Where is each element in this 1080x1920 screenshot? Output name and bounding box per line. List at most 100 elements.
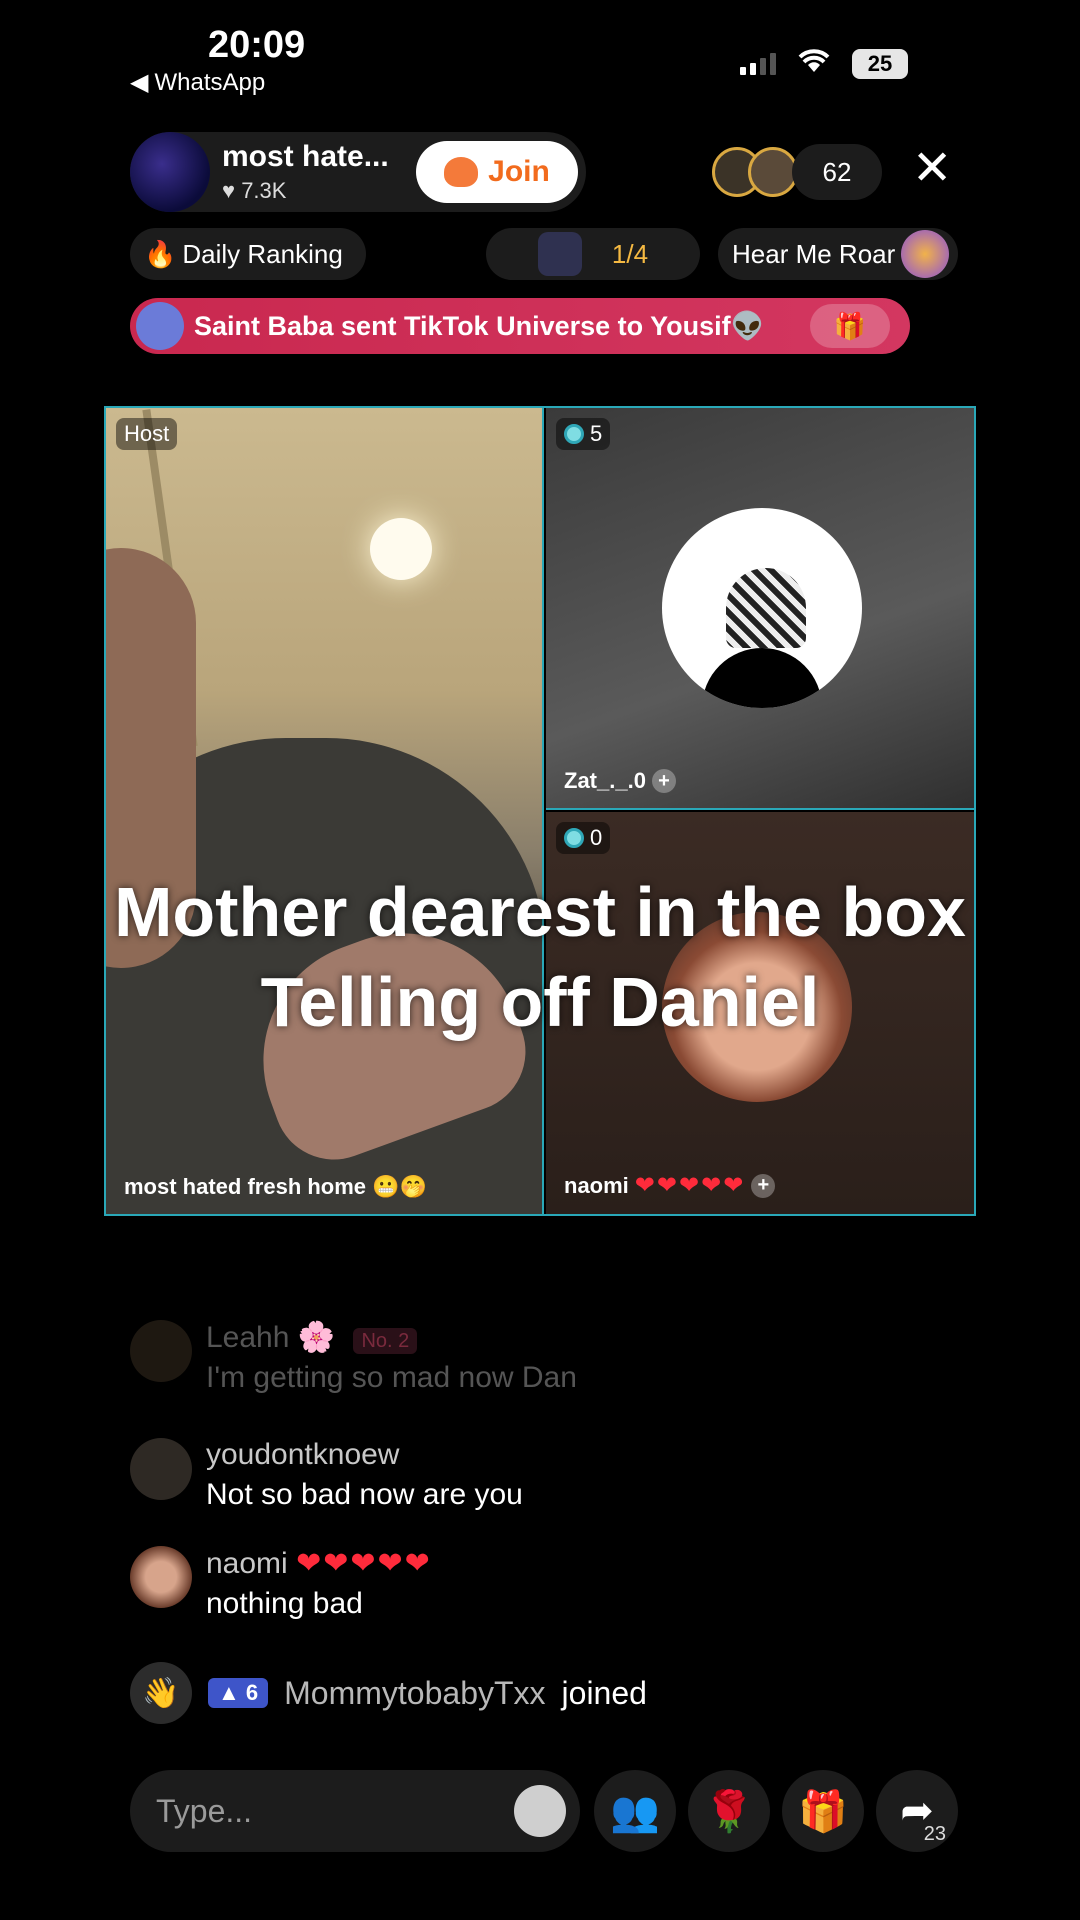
gift-icon: 🎁 [798, 1789, 848, 1834]
gem-icon [564, 424, 584, 444]
flower-icon: 🌸 [297, 1321, 336, 1354]
gift-sender-avatar [136, 302, 184, 350]
back-to-app[interactable]: ◀ WhatsApp [130, 68, 265, 97]
wave-icon: 👋 [130, 1662, 192, 1724]
plus-icon[interactable]: + [751, 1173, 776, 1198]
viewer-count[interactable]: 62 [792, 144, 882, 200]
rank-icon [537, 232, 582, 276]
host-badge: Host [116, 418, 178, 450]
video-grid: Host most hated fresh home 😬🤭 5 Zat_._.0… [104, 406, 976, 1216]
zat-gem-count: 5 [590, 421, 603, 446]
avatar-silhouette [702, 648, 822, 708]
share-button[interactable]: ➦ 23 [876, 1770, 958, 1852]
daily-ranking-chip[interactable]: 🔥 Daily Ranking [130, 228, 366, 280]
wifi-icon [796, 46, 832, 81]
caption-line-2: Telling off Daniel [260, 963, 820, 1041]
multi-guest-button[interactable]: 👥 [594, 1770, 676, 1852]
rank-tag: No. 2 [353, 1328, 418, 1354]
host-avatar[interactable] [130, 132, 210, 212]
rank-progress-chip[interactable]: 1/4 [486, 228, 700, 280]
keffiyeh-pattern [726, 568, 806, 648]
people-icon: 👥 [610, 1789, 660, 1834]
chat-username: naomi [206, 1547, 288, 1580]
chat-avatar[interactable] [130, 1546, 192, 1608]
alien-icon: 👽 [730, 311, 765, 341]
gem-icon [564, 828, 584, 848]
host-tile-caption: most hated fresh home 😬🤭 [124, 1174, 427, 1200]
chat-message[interactable]: Leahh 🌸 No. 2 I'm getting so mad now Dan [130, 1320, 577, 1395]
chat-message[interactable]: naomi ❤❤❤❤❤ nothing bad [130, 1546, 432, 1621]
status-indicators: 25 [740, 46, 908, 81]
plus-icon[interactable]: + [651, 769, 676, 793]
chat-text: nothing bad [206, 1587, 363, 1620]
emoji-icon[interactable] [514, 1785, 566, 1837]
level-badge: ▲ 6 [208, 1678, 269, 1708]
rose-icon: 🌹 [704, 1789, 754, 1834]
back-arrow-icon: ◀ [130, 69, 149, 96]
chat-body: Leahh 🌸 No. 2 I'm getting so mad now Dan [206, 1320, 577, 1395]
join-event: 👋 ▲ 6 MommytobabyTxx joined [130, 1662, 647, 1724]
naomi-gem-count: 0 [590, 825, 603, 850]
host-likes: ♥ 7.3K [222, 178, 389, 204]
join-label: Join [488, 155, 550, 188]
join-action: joined [561, 1674, 647, 1711]
daily-ranking-label: Daily Ranking [182, 238, 343, 269]
lion-icon [901, 230, 950, 278]
chat-body: youdontknoew Not so bad now are you [206, 1438, 523, 1512]
host-tile-caption-text: most hated fresh home [124, 1174, 367, 1199]
host-pill[interactable]: most hate... ♥ 7.3K Join [130, 132, 586, 212]
zat-gem-badge: 5 [556, 418, 611, 450]
ceiling-lamp [370, 518, 432, 580]
emoji-icon: 😬🤭 [372, 1174, 427, 1199]
joiner-name[interactable]: MommytobabyTxx [284, 1675, 545, 1712]
chat-text: Not so bad now are you [206, 1478, 523, 1511]
chat-message[interactable]: youdontknoew Not so bad now are you [130, 1438, 523, 1512]
rank-progress: 1/4 [611, 238, 649, 269]
zat-name-row: Zat_._.0 + [564, 768, 676, 794]
gift-icon: 🎁 [833, 310, 867, 341]
battery-icon: 25 [852, 48, 908, 79]
comment-input[interactable]: Type... [130, 1770, 580, 1852]
back-app-label: WhatsApp [154, 68, 266, 96]
status-time: 20:09 [208, 24, 306, 66]
chat-username: youdontknoew [206, 1438, 400, 1471]
hearts-icon: ❤❤❤❤❤ [296, 1547, 432, 1580]
gift-button[interactable]: 🎁 [782, 1770, 864, 1852]
zat-avatar[interactable] [662, 508, 862, 708]
flame-icon: 🔥 [144, 238, 177, 269]
gift-banner-button[interactable]: 🎁 [810, 304, 890, 348]
viewer-group[interactable]: 62 [712, 144, 882, 200]
chat-name: naomi ❤❤❤❤❤ [206, 1546, 432, 1581]
zat-name: Zat_._.0 [564, 768, 646, 793]
comment-placeholder: Type... [156, 1792, 253, 1829]
naomi-gem-badge: 0 [556, 822, 611, 854]
chat-name: Leahh 🌸 No. 2 [206, 1320, 577, 1355]
naomi-name-row: naomi ❤❤❤❤❤ + [564, 1171, 776, 1200]
join-heart-icon [444, 157, 479, 187]
heart-icon: ♥ [222, 178, 236, 203]
guest-tile-zat[interactable]: 5 Zat_._.0 + [546, 408, 974, 810]
chat-text: I'm getting so mad now Dan [206, 1361, 577, 1394]
host-meta: most hate... ♥ 7.3K [222, 140, 389, 204]
chat-avatar[interactable] [130, 1320, 192, 1382]
close-icon[interactable]: ✕ [912, 144, 952, 194]
gift-banner-text: Saint Baba sent TikTok Universe to Yousi… [194, 310, 731, 341]
hear-me-label: Hear Me Roar [732, 238, 896, 269]
naomi-name: naomi [564, 1172, 629, 1198]
hear-me-roar-chip[interactable]: Hear Me Roar [718, 228, 958, 280]
join-button[interactable]: Join [416, 141, 578, 203]
chat-body: naomi ❤❤❤❤❤ nothing bad [206, 1546, 432, 1621]
rose-button[interactable]: 🌹 [688, 1770, 770, 1852]
gift-banner[interactable]: Saint Baba sent TikTok Universe to Yousi… [130, 298, 910, 354]
share-count: 23 [923, 1823, 946, 1845]
viewer-avatar[interactable] [748, 147, 798, 197]
hearts-icon: ❤❤❤❤❤ [634, 1172, 746, 1199]
host-tile[interactable]: Host most hated fresh home 😬🤭 [106, 408, 544, 1214]
level-value: 6 [245, 1680, 259, 1705]
host-likes-value: 7.3K [241, 178, 287, 203]
caption-line-1: Mother dearest in the box [114, 873, 966, 951]
host-name: most hate... [222, 140, 389, 173]
signal-icon [740, 52, 776, 75]
chat-avatar[interactable] [130, 1438, 192, 1500]
chat-username: Leahh [206, 1321, 290, 1354]
